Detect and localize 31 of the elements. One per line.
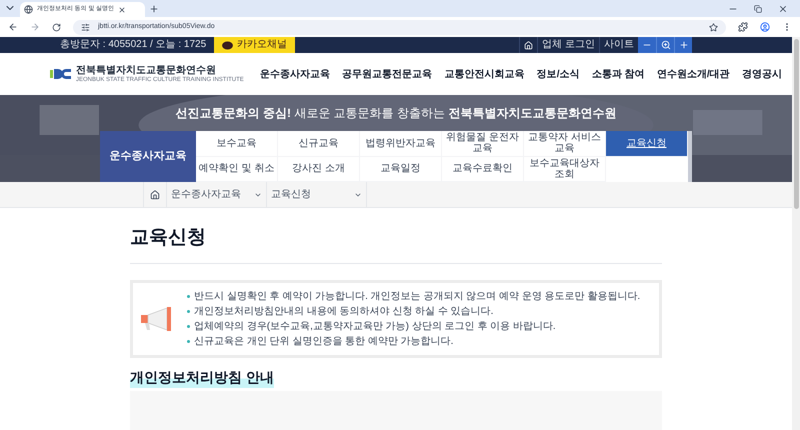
submenu-tab[interactable]: 보수교육 bbox=[196, 131, 278, 156]
submenu-tab[interactable]: 교육수료확인 bbox=[442, 156, 524, 182]
nav-link[interactable]: 소통과 참여 bbox=[592, 66, 645, 82]
nav-link[interactable]: 경영공시 bbox=[742, 66, 782, 82]
logo-title: 전북특별자치도교통문화연수원 bbox=[76, 66, 217, 76]
submenu-tab[interactable]: 위험물질 운전자 교육 bbox=[442, 131, 524, 156]
notice-text: 신규교육은 개인 단위 실명인증을 통한 예약만 가능합니다. bbox=[194, 334, 454, 348]
submenu-tab[interactable]: 보수교육대상자조회 bbox=[524, 156, 606, 182]
notice-text: 반드시 실명확인 후 예약이 가능합니다. 개인정보는 공개되지 않으며 예약 운영 용도로만 활용됩니다. bbox=[194, 290, 640, 302]
submenu-tab[interactable]: 강사진 소개 bbox=[278, 156, 360, 182]
nav-link[interactable]: 정보/소식 bbox=[536, 66, 580, 82]
nav-link[interactable]: 교통안전시회교육 bbox=[444, 66, 524, 82]
visitor-count: 총방문자 : 4055021 / 오늘 : 1725 bbox=[60, 40, 206, 50]
submenu-title: 운수종사자교육 bbox=[100, 131, 196, 182]
kakao-channel-button[interactable]: 카카오채널 bbox=[214, 37, 296, 53]
submenu-tab[interactable]: 법령위반자교육 bbox=[360, 131, 442, 156]
submenu-tab[interactable]: 교통약자 서비스교육 bbox=[524, 131, 606, 156]
banner-slogan: 선진교통문화의 중심! 새로운 교통문화를 창출하는 전북특별자치도교통문화연수원 bbox=[176, 105, 616, 122]
login-link[interactable]: 업체 로그인 bbox=[537, 37, 599, 53]
nav-link[interactable]: 운수종사자교육 bbox=[260, 66, 330, 82]
nav-link[interactable]: 공무원교통전문교육 bbox=[342, 66, 432, 82]
submenu-tab[interactable]: 신규교육 bbox=[278, 131, 360, 156]
breadcrumb-dropdown[interactable]: 운수종사자교육 bbox=[167, 182, 267, 207]
submenu-tab[interactable]: 예약확인 및 취소 bbox=[196, 156, 278, 182]
nav-link[interactable]: 연수원소개/대관 bbox=[656, 66, 730, 82]
page-title: 교육신청 bbox=[130, 224, 662, 264]
notice-text: 업체예약의 경우(보수교육,교통약자교육만 가능) 상단의 로그인 후 이용 바랍니다. bbox=[194, 320, 556, 332]
breadcrumb-dropdown[interactable]: 교육신청 bbox=[267, 182, 367, 207]
submenu-tab[interactable]: 교육신청 bbox=[606, 131, 688, 156]
notice-text: 개인정보처리방침안내의 내용에 동의하셔야 신청 하실 수 있습니다. bbox=[194, 304, 494, 318]
submenu-tab[interactable]: 교육일정 bbox=[360, 156, 442, 182]
